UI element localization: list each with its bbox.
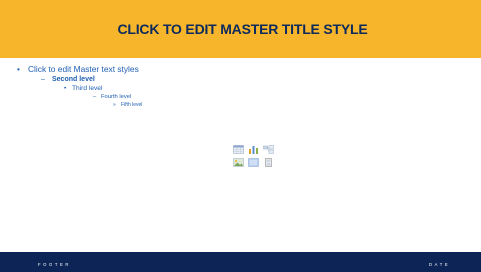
online-picture-icon[interactable] <box>248 158 259 167</box>
title-band: CLICK TO EDIT MASTER TITLE STYLE <box>0 0 481 58</box>
chart-icon[interactable] <box>248 145 259 154</box>
footer-band <box>0 252 481 272</box>
bullet-level-3: • <box>64 85 67 92</box>
text-level-2[interactable]: Second level <box>52 76 95 83</box>
text-level-4[interactable]: Fourth level <box>101 94 131 101</box>
video-icon[interactable] <box>263 158 274 167</box>
table-icon[interactable] <box>233 145 244 154</box>
text-level-5[interactable]: Fifth level <box>121 103 142 108</box>
bullet-level-2: – <box>41 76 45 83</box>
content-placeholder-icons <box>233 145 275 169</box>
smartart-icon[interactable] <box>263 145 274 154</box>
text-level-1[interactable]: Click to edit Master text styles <box>28 65 139 74</box>
bullet-level-1: • <box>17 64 20 74</box>
slide-master: CLICK TO EDIT MASTER TITLE STYLE • Click… <box>0 0 481 272</box>
picture-icon[interactable] <box>233 158 244 167</box>
footer-placeholder[interactable]: FOOTER <box>38 262 71 267</box>
date-placeholder[interactable]: DATE <box>429 262 450 267</box>
master-title[interactable]: CLICK TO EDIT MASTER TITLE STYLE <box>117 21 367 37</box>
bullet-level-5: » <box>113 102 116 108</box>
bullet-level-4: – <box>93 94 97 100</box>
text-level-3[interactable]: Third level <box>72 85 102 93</box>
